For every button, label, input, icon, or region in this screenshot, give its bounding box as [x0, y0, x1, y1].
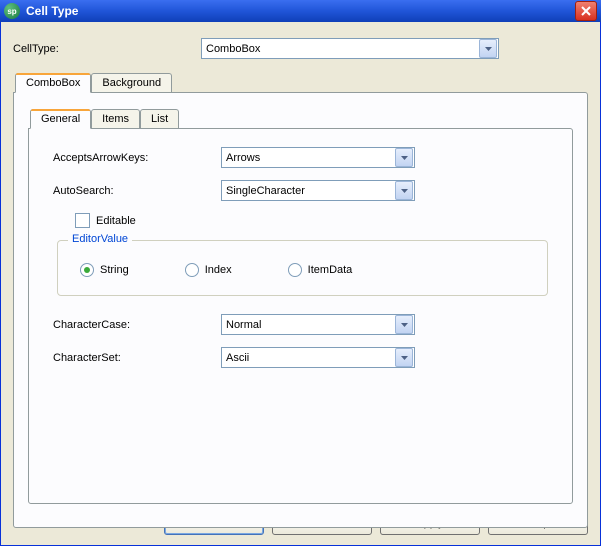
title-bar: sp Cell Type: [0, 0, 601, 22]
character-case-select[interactable]: Normal: [221, 314, 415, 335]
editable-label: Editable: [96, 215, 136, 227]
radio-itemdata[interactable]: ItemData: [288, 263, 353, 277]
editor-value-legend: EditorValue: [68, 233, 132, 245]
tab-combobox[interactable]: ComboBox: [15, 73, 91, 93]
accepts-arrow-keys-select[interactable]: Arrows: [221, 147, 415, 168]
celltype-value: ComboBox: [202, 43, 478, 55]
celltype-select[interactable]: ComboBox: [201, 38, 499, 59]
chevron-down-icon: [395, 148, 413, 167]
editable-checkbox[interactable]: Editable: [75, 213, 552, 228]
app-icon: sp: [4, 3, 20, 19]
character-set-label: CharacterSet:: [53, 352, 221, 364]
inner-tabs: General Items List AcceptsArrowKeys: Arr…: [28, 109, 573, 504]
celltype-label: CellType:: [13, 43, 201, 55]
outer-tabs: ComboBox Background General Items List A…: [13, 73, 588, 528]
tab-list[interactable]: List: [140, 109, 179, 128]
character-case-label: CharacterCase:: [53, 319, 221, 331]
character-set-select[interactable]: Ascii: [221, 347, 415, 368]
radio-string[interactable]: String: [80, 263, 129, 277]
chevron-down-icon: [479, 39, 497, 58]
auto-search-select[interactable]: SingleCharacter: [221, 180, 415, 201]
close-icon: [581, 6, 591, 16]
close-button[interactable]: [575, 1, 597, 21]
radio-index[interactable]: Index: [185, 263, 232, 277]
tab-general[interactable]: General: [30, 109, 91, 129]
chevron-down-icon: [395, 181, 413, 200]
auto-search-label: AutoSearch:: [53, 185, 221, 197]
editor-value-group: EditorValue String Index: [57, 240, 548, 296]
tab-items[interactable]: Items: [91, 109, 140, 128]
radio-icon: [80, 263, 94, 277]
radio-icon: [288, 263, 302, 277]
window-title: Cell Type: [26, 4, 78, 18]
accepts-arrow-keys-label: AcceptsArrowKeys:: [53, 152, 221, 164]
radio-icon: [185, 263, 199, 277]
chevron-down-icon: [395, 315, 413, 334]
checkbox-box-icon: [75, 213, 90, 228]
tab-background[interactable]: Background: [91, 73, 172, 92]
chevron-down-icon: [395, 348, 413, 367]
